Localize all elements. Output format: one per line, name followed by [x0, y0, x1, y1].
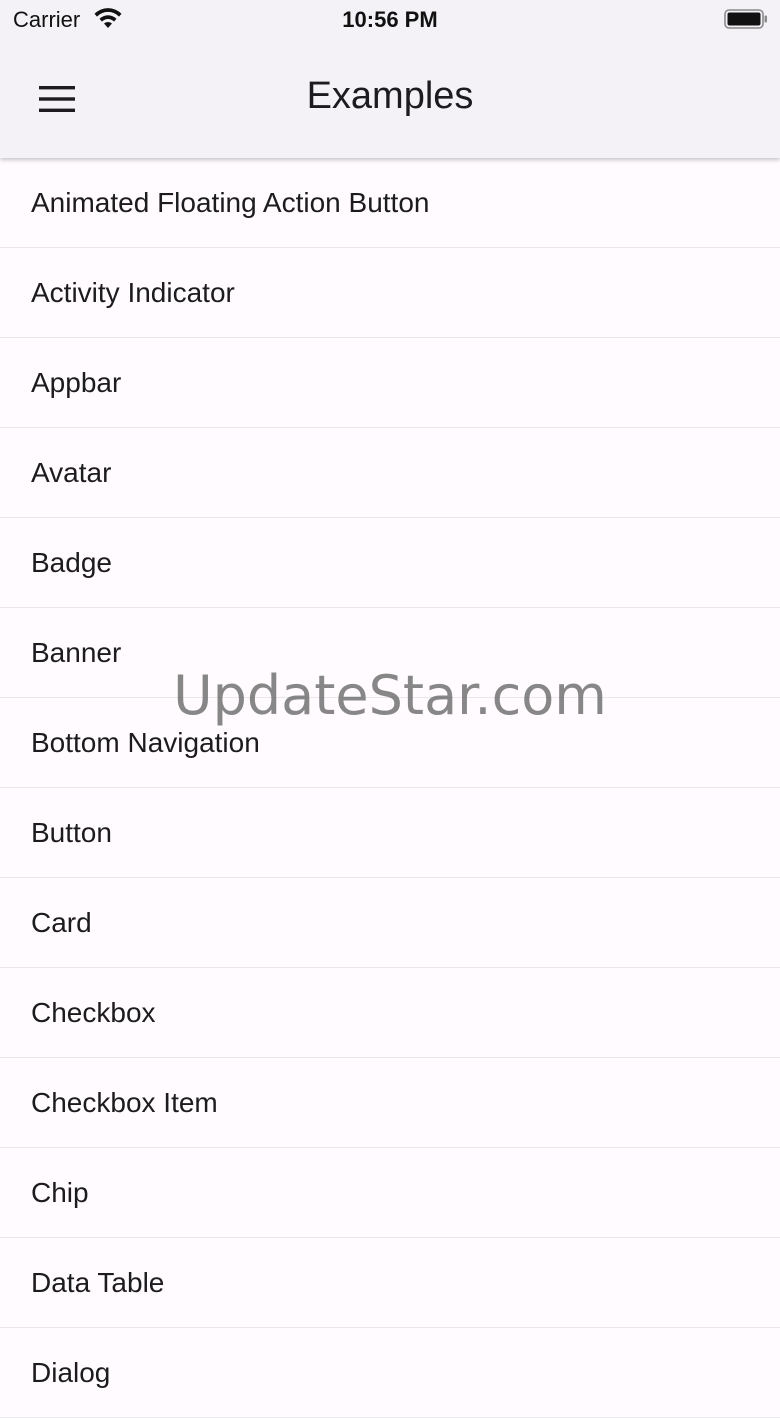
- status-bar: Carrier 10:56 PM: [0, 0, 780, 40]
- list-item[interactable]: Appbar: [0, 338, 780, 428]
- list-item[interactable]: Data Table: [0, 1238, 780, 1328]
- list-item-label: Data Table: [31, 1266, 165, 1298]
- list-item[interactable]: Banner: [0, 608, 780, 698]
- list-item-label: Checkbox: [31, 996, 156, 1028]
- page-title: Examples: [306, 75, 474, 117]
- list-item[interactable]: Checkbox: [0, 968, 780, 1058]
- list-item[interactable]: Activity Indicator: [0, 248, 780, 338]
- list-item-label: Activity Indicator: [31, 276, 235, 308]
- examples-list: Animated Floating Action Button Activity…: [0, 158, 780, 1418]
- list-item-label: Animated Floating Action Button: [31, 186, 430, 218]
- battery-icon: [724, 9, 767, 29]
- list-item[interactable]: Badge: [0, 518, 780, 608]
- list-item-label: Checkbox Item: [31, 1086, 218, 1118]
- list-item[interactable]: Dialog: [0, 1328, 780, 1418]
- list-item-label: Dialog: [31, 1356, 111, 1388]
- list-item[interactable]: Button: [0, 788, 780, 878]
- list-item-label: Bottom Navigation: [31, 726, 260, 758]
- list-item[interactable]: Bottom Navigation: [0, 698, 780, 788]
- list-item[interactable]: Card: [0, 878, 780, 968]
- list-item[interactable]: Avatar: [0, 428, 780, 518]
- list-item-label: Appbar: [31, 366, 122, 398]
- status-time: 10:56 PM: [342, 7, 438, 32]
- list-item[interactable]: Chip: [0, 1148, 780, 1238]
- list-item-label: Card: [31, 906, 92, 938]
- list-item-label: Banner: [31, 636, 122, 668]
- list-item[interactable]: Animated Floating Action Button: [0, 158, 780, 248]
- list-item[interactable]: Checkbox Item: [0, 1058, 780, 1148]
- list-item-label: Chip: [31, 1176, 89, 1208]
- list-item-label: Avatar: [31, 456, 112, 488]
- list-item-label: Button: [31, 816, 112, 848]
- list-item-label: Badge: [31, 546, 112, 578]
- app-bar: Examples: [0, 40, 780, 158]
